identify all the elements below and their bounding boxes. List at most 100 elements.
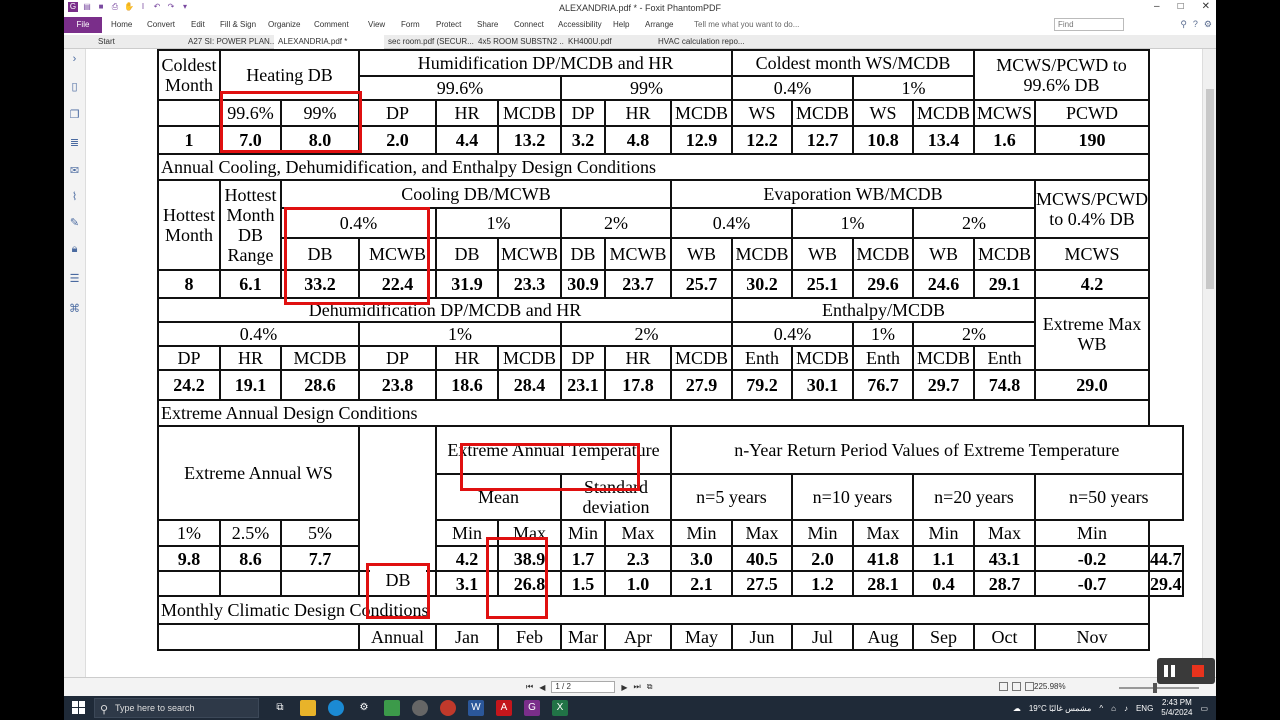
close-icon[interactable]: ✕: [1202, 1, 1210, 12]
tab-form[interactable]: Form: [401, 20, 420, 29]
weather-icon[interactable]: ☁: [1013, 704, 1021, 713]
tab-edit[interactable]: Edit: [191, 20, 205, 29]
doc-tab-alexandria[interactable]: ALEXANDRIA.pdf *: [274, 35, 384, 49]
signatures-icon[interactable]: ✎: [68, 217, 81, 230]
bookmarks-icon[interactable]: ▯: [68, 81, 81, 94]
vertical-scrollbar[interactable]: [1202, 49, 1216, 677]
single-page-icon[interactable]: [999, 682, 1008, 691]
tab-convert[interactable]: Convert: [147, 20, 175, 29]
page-number-field[interactable]: 1 / 2: [551, 681, 616, 693]
document-view[interactable]: Coldest Month Heating DB Humidification …: [86, 49, 1202, 677]
tags-icon[interactable]: ⌘: [68, 303, 81, 316]
scrollbar-thumb[interactable]: [1206, 89, 1214, 289]
tray-chevron-icon[interactable]: ^: [1099, 704, 1103, 713]
taskbar-search[interactable]: ⚲ Type here to search: [94, 698, 259, 718]
doc-tab-hvac[interactable]: HVAC calculation repo...: [654, 35, 754, 49]
first-page-icon[interactable]: ⏮: [526, 682, 533, 692]
help-icon[interactable]: ?: [1193, 19, 1198, 30]
zoom-slider-handle[interactable]: [1153, 683, 1157, 693]
notification-icon[interactable]: ▭: [1200, 704, 1208, 713]
start-button[interactable]: [72, 701, 85, 714]
minimize-icon[interactable]: –: [1154, 1, 1160, 12]
tab-fill-sign[interactable]: Fill & Sign: [220, 20, 256, 29]
app-icon[interactable]: [412, 700, 428, 716]
facing-icon[interactable]: [1025, 682, 1034, 691]
settings-icon[interactable]: ⚙: [1204, 19, 1212, 30]
n20-header: n=20 years: [912, 473, 1036, 521]
std-dev-header: Standard deviation: [560, 473, 672, 521]
zoom-slider[interactable]: [1119, 683, 1199, 693]
system-tray: ☁ 19°C مشمس غالبًا ^ ⌂ ♪ ENG 2:43 PM 5/4…: [1013, 698, 1208, 718]
last-page-icon[interactable]: ⏭: [634, 682, 641, 692]
word-icon[interactable]: W: [468, 700, 484, 716]
network-icon[interactable]: ⌂: [1111, 704, 1116, 713]
n10-header: n=10 years: [791, 473, 914, 521]
attachments-icon[interactable]: ⌇: [68, 191, 81, 204]
fit-page-icon[interactable]: ⧉: [647, 682, 653, 692]
edge-icon[interactable]: [328, 700, 344, 716]
doc-tab-kh400u[interactable]: KH400U.pdf: [564, 35, 654, 49]
continuous-icon[interactable]: [1012, 682, 1021, 691]
record-app-icon[interactable]: [440, 700, 456, 716]
weather-text[interactable]: 19°C مشمس غالبًا: [1029, 704, 1092, 713]
layers-icon[interactable]: ≣: [68, 137, 81, 150]
tab-view[interactable]: View: [368, 20, 385, 29]
acrobat-icon[interactable]: A: [496, 700, 512, 716]
table-cell: 28.7: [973, 570, 1036, 597]
tab-share[interactable]: Share: [477, 20, 498, 29]
search-placeholder: Type here to search: [115, 703, 195, 713]
next-page-icon[interactable]: ▶: [621, 683, 627, 692]
doc-tab-sec-room[interactable]: sec room.pdf (SECUR...: [384, 35, 474, 49]
dehum-04-header: 0.4%: [157, 321, 360, 347]
volume-icon[interactable]: ♪: [1124, 704, 1128, 713]
maximize-icon[interactable]: □: [1178, 1, 1184, 12]
table-cell: 4.2: [435, 545, 499, 572]
section-title-monthly: Monthly Climatic Design Conditions: [156, 595, 1151, 625]
month-header: Nov: [1033, 623, 1151, 651]
clock[interactable]: 2:43 PM 5/4/2024: [1161, 698, 1192, 718]
tab-file[interactable]: File: [64, 17, 102, 33]
zoom-level[interactable]: 225.98%: [1034, 682, 1066, 691]
tell-me-input[interactable]: Tell me what you want to do...: [694, 20, 799, 29]
doc-tab-start[interactable]: Start: [94, 35, 174, 49]
cooling-04-header: 0.4%: [280, 207, 437, 239]
doc-tab-4x5-room[interactable]: 4x5 ROOM SUBSTN2 ...: [474, 35, 564, 49]
stop-icon[interactable]: [1192, 665, 1204, 677]
table-cell: Enth: [973, 345, 1036, 371]
app-icon[interactable]: [384, 700, 400, 716]
tab-protect[interactable]: Protect: [436, 20, 461, 29]
tab-accessibility[interactable]: Accessibility: [558, 20, 602, 29]
comments-icon[interactable]: ✉: [68, 165, 81, 178]
tab-home[interactable]: Home: [111, 20, 132, 29]
find-input[interactable]: Find: [1054, 18, 1124, 31]
pages-icon[interactable]: ❐: [68, 109, 81, 122]
table-cell: [219, 570, 282, 597]
excel-icon[interactable]: X: [552, 700, 568, 716]
file-explorer-icon[interactable]: [300, 700, 316, 716]
search-icon[interactable]: ⚲: [1180, 19, 1187, 30]
tab-comment[interactable]: Comment: [314, 20, 349, 29]
pause-icon[interactable]: [1164, 665, 1176, 677]
table-cell: MCDB: [791, 99, 854, 127]
foxit-icon[interactable]: G: [524, 700, 540, 716]
expand-arrow-icon[interactable]: ›: [68, 53, 81, 66]
tab-help[interactable]: Help: [613, 20, 629, 29]
window-controls: – □ ✕: [1154, 1, 1210, 12]
table-cell: 8: [157, 269, 221, 299]
language-indicator[interactable]: ENG: [1136, 704, 1153, 713]
prev-page-icon[interactable]: ◀: [539, 683, 545, 692]
security-icon[interactable]: 🔒︎: [68, 243, 81, 256]
tab-organize[interactable]: Organize: [268, 20, 300, 29]
month-header: Jun: [731, 623, 793, 651]
table-cell: MCDB: [497, 99, 562, 127]
doc-tab-a27[interactable]: A27 SI: POWER PLAN...: [184, 35, 274, 49]
content-icon[interactable]: ☰: [68, 273, 81, 286]
tab-arrange[interactable]: Arrange: [645, 20, 673, 29]
table-cell: MCDB: [497, 345, 562, 371]
tab-connect[interactable]: Connect: [514, 20, 544, 29]
month-header: Aug: [852, 623, 914, 651]
settings-app-icon[interactable]: ⚙: [356, 700, 372, 716]
document-tabs: Start A27 SI: POWER PLAN... ALEXANDRIA.p…: [64, 35, 1216, 49]
table-cell: DP: [157, 345, 221, 371]
task-view-icon[interactable]: ⧉: [272, 700, 288, 716]
